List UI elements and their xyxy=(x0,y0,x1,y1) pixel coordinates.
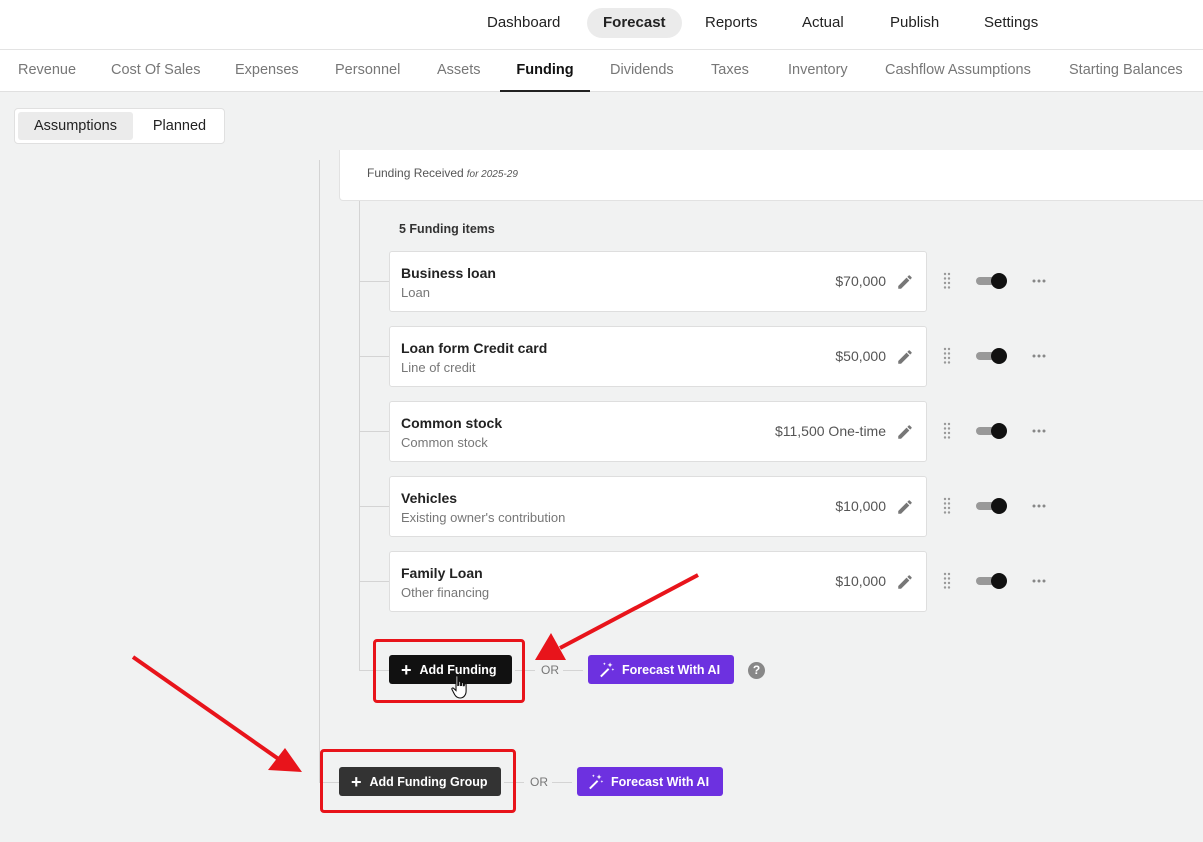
assumptions-option[interactable]: Assumptions xyxy=(18,112,133,140)
group-title: Funding Received xyxy=(367,166,464,180)
nav-settings[interactable]: Settings xyxy=(968,8,1054,38)
funding-item-card[interactable]: Common stock Common stock $11,500 One-ti… xyxy=(389,401,927,462)
tree-branch xyxy=(359,281,389,282)
tab-cost-of-sales[interactable]: Cost Of Sales xyxy=(111,50,200,92)
tab-funding[interactable]: Funding xyxy=(500,50,590,92)
magic-wand-icon xyxy=(589,774,604,790)
separator-line xyxy=(552,782,572,783)
pencil-icon[interactable] xyxy=(896,273,914,291)
magic-wand-icon xyxy=(600,662,615,678)
or-label: OR xyxy=(530,775,548,789)
forecast-with-ai-button[interactable]: Forecast With AI xyxy=(588,655,734,684)
tab-revenue[interactable]: Revenue xyxy=(18,50,76,92)
item-type: Line of credit xyxy=(401,360,476,375)
item-type: Common stock xyxy=(401,435,488,450)
item-name: Loan form Credit card xyxy=(401,340,548,356)
nav-dashboard[interactable]: Dashboard xyxy=(471,8,576,38)
funding-item-card[interactable]: Loan form Credit card Line of credit $50… xyxy=(389,326,927,387)
tree-branch xyxy=(359,356,389,357)
more-horizontal-icon[interactable] xyxy=(1031,278,1047,284)
forecast-ai-group-label: Forecast With AI xyxy=(611,774,710,789)
or-label: OR xyxy=(541,663,559,677)
enable-toggle[interactable] xyxy=(976,422,1008,440)
nav-publish[interactable]: Publish xyxy=(874,8,955,38)
tab-dividends[interactable]: Dividends xyxy=(610,50,674,92)
tab-inventory[interactable]: Inventory xyxy=(788,50,848,92)
nav-forecast[interactable]: Forecast xyxy=(587,8,682,38)
drag-handle-icon[interactable] xyxy=(943,272,951,290)
highlight-add-funding xyxy=(373,639,525,703)
pencil-icon[interactable] xyxy=(896,498,914,516)
forecast-ai-label: Forecast With AI xyxy=(622,662,721,677)
highlight-add-funding-group xyxy=(320,749,516,813)
item-type: Other financing xyxy=(401,585,490,600)
forecast-with-ai-group-button[interactable]: Forecast With AI xyxy=(577,767,723,796)
item-amount: $50,000 xyxy=(835,348,886,364)
tab-assets[interactable]: Assets xyxy=(437,50,481,92)
more-horizontal-icon[interactable] xyxy=(1031,503,1047,509)
item-type: Loan xyxy=(401,285,430,300)
item-amount: $10,000 xyxy=(835,573,886,589)
drag-handle-icon[interactable] xyxy=(943,422,951,440)
item-name: Business loan xyxy=(401,265,496,281)
arrow-to-add-funding-group xyxy=(131,655,302,772)
more-horizontal-icon[interactable] xyxy=(1031,428,1047,434)
funding-item-card[interactable]: Family Loan Other financing $10,000 xyxy=(389,551,927,612)
more-horizontal-icon[interactable] xyxy=(1031,353,1047,359)
item-name: Common stock xyxy=(401,415,503,431)
tab-cashflow-assumptions[interactable]: Cashflow Assumptions xyxy=(885,50,1031,92)
enable-toggle[interactable] xyxy=(976,497,1008,515)
tab-taxes[interactable]: Taxes xyxy=(711,50,749,92)
nav-actual[interactable]: Actual xyxy=(786,8,860,38)
tree-branch xyxy=(359,431,389,432)
tab-expenses[interactable]: Expenses xyxy=(235,50,299,92)
tree-branch xyxy=(359,581,389,582)
funding-items-count: 5 Funding items xyxy=(399,222,495,236)
tree-branch xyxy=(359,506,389,507)
pencil-icon[interactable] xyxy=(896,423,914,441)
help-icon[interactable]: ? xyxy=(748,662,765,679)
enable-toggle[interactable] xyxy=(976,572,1008,590)
funding-group-header[interactable]: Funding Received for 2025-29 xyxy=(339,150,1203,201)
group-period: for 2025-29 xyxy=(466,169,518,180)
hand-cursor-icon xyxy=(451,675,467,699)
item-amount: $70,000 xyxy=(835,273,886,289)
item-amount: $10,000 xyxy=(835,498,886,514)
drag-handle-icon[interactable] xyxy=(943,347,951,365)
tree-line-inner xyxy=(359,201,360,670)
pencil-icon[interactable] xyxy=(896,573,914,591)
tab-personnel[interactable]: Personnel xyxy=(335,50,400,92)
item-type: Existing owner's contribution xyxy=(401,510,566,525)
item-name: Vehicles xyxy=(401,490,458,506)
enable-toggle[interactable] xyxy=(976,272,1008,290)
planned-option[interactable]: Planned xyxy=(137,112,222,140)
funding-item-card[interactable]: Vehicles Existing owner's contribution $… xyxy=(389,476,927,537)
pencil-icon[interactable] xyxy=(896,348,914,366)
item-name: Family Loan xyxy=(401,565,483,581)
drag-handle-icon[interactable] xyxy=(943,497,951,515)
tab-starting-balances[interactable]: Starting Balances xyxy=(1069,50,1183,92)
more-horizontal-icon[interactable] xyxy=(1031,578,1047,584)
tree-line-outer xyxy=(319,160,320,782)
nav-reports[interactable]: Reports xyxy=(689,8,774,38)
forecast-subtabs: Revenue Cost Of Sales Expenses Personnel… xyxy=(0,50,1203,92)
item-amount: $11,500 One-time xyxy=(774,423,886,439)
drag-handle-icon[interactable] xyxy=(943,572,951,590)
enable-toggle[interactable] xyxy=(976,347,1008,365)
view-toggle: Assumptions Planned xyxy=(14,108,225,144)
funding-item-card[interactable]: Business loan Loan $70,000 xyxy=(389,251,927,312)
top-nav: Dashboard Forecast Reports Actual Publis… xyxy=(0,0,1203,50)
separator-line xyxy=(563,670,583,671)
